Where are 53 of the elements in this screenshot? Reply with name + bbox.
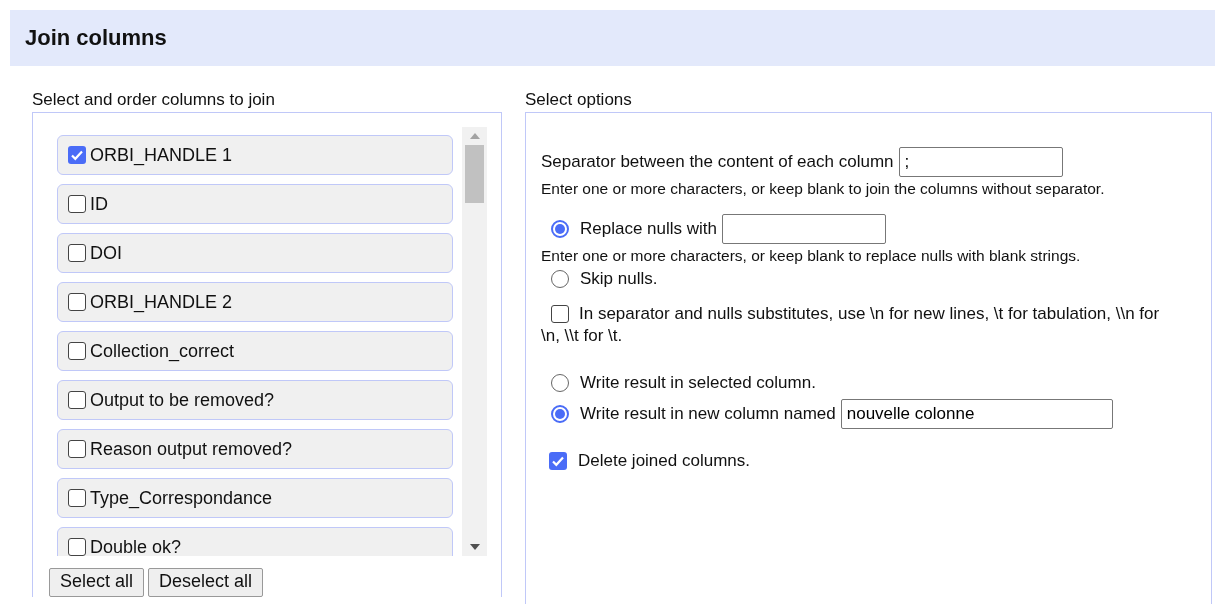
select-button[interactable]: Select all — [49, 568, 145, 597]
column-name: ID — [90, 193, 108, 215]
column-name: Reason output removed? — [90, 438, 293, 460]
column-item[interactable]: ID — [57, 184, 453, 224]
scroll-down-icon[interactable] — [469, 544, 480, 550]
nulls-hint: Enter one or more characters, or keep blank to replace nulls with blank strings. — [541, 247, 1082, 265]
column-item[interactable]: Double ok? — [57, 527, 453, 556]
column-name: Collection_correct — [90, 340, 235, 362]
select-button[interactable]: Deselect all — [148, 568, 264, 597]
column-item[interactable]: ORBI_HANDLE 2 — [57, 282, 453, 322]
radio-button[interactable] — [551, 270, 569, 288]
column-item[interactable]: ORBI_HANDLE 1 — [57, 135, 453, 175]
column-name: Double ok? — [90, 536, 182, 556]
column-name: Type_Correspondance — [90, 487, 273, 509]
column-item[interactable]: Reason output removed? — [57, 429, 453, 469]
escape-option-label: In separator and nulls substitutes, use \n for new lines, \t for tabulation, \\n for \n, \\t for \t. — [541, 303, 1161, 347]
checkbox[interactable] — [68, 293, 86, 311]
checkbox[interactable] — [68, 391, 86, 409]
column-name: DOI — [90, 242, 122, 264]
column-item[interactable]: Output to be removed? — [57, 380, 453, 420]
radio-button[interactable] — [551, 405, 569, 423]
column-name: ORBI_HANDLE 1 — [90, 144, 233, 166]
column-name: ORBI_HANDLE 2 — [90, 291, 233, 313]
checkbox[interactable] — [551, 305, 569, 323]
panel-label: Select and order columns to join — [32, 90, 276, 110]
panel-label: Select options — [525, 90, 633, 110]
checkbox[interactable] — [549, 452, 567, 470]
checkbox[interactable] — [68, 195, 86, 213]
checkbox[interactable] — [68, 538, 86, 556]
column-item[interactable]: DOI — [57, 233, 453, 273]
radio-button[interactable] — [551, 374, 569, 392]
checkbox[interactable] — [68, 244, 86, 262]
option-label: Delete joined columns. — [578, 451, 750, 471]
option-label: Write result in selected column. — [580, 373, 816, 393]
column-item[interactable]: Collection_correct — [57, 331, 453, 371]
checkbox[interactable] — [68, 489, 86, 507]
radio-button[interactable] — [551, 220, 569, 238]
column-name-field[interactable]: nouvelle colonne — [840, 399, 1113, 429]
checkbox[interactable] — [68, 342, 86, 360]
checkbox[interactable] — [68, 440, 86, 458]
option-label: Skip nulls. — [580, 269, 658, 289]
checkbox[interactable] — [68, 146, 86, 164]
column-item[interactable]: Type_Correspondance — [57, 478, 453, 518]
separator-label: Separator between the content of each column — [541, 152, 894, 172]
nulls-field[interactable] — [722, 214, 886, 244]
column-name: Output to be removed? — [90, 389, 275, 411]
scrollbar-thumb[interactable] — [465, 145, 484, 203]
separator-field[interactable]: ; — [898, 147, 1063, 177]
separator-hint: Enter one or more characters, or keep blank to join the columns without separator. — [541, 180, 1106, 198]
scrollbar[interactable] — [462, 127, 487, 556]
dialog-title: Join columns — [25, 25, 167, 51]
option-label: Replace nulls with — [580, 219, 717, 239]
option-label: Write result in new column named — [580, 404, 836, 424]
